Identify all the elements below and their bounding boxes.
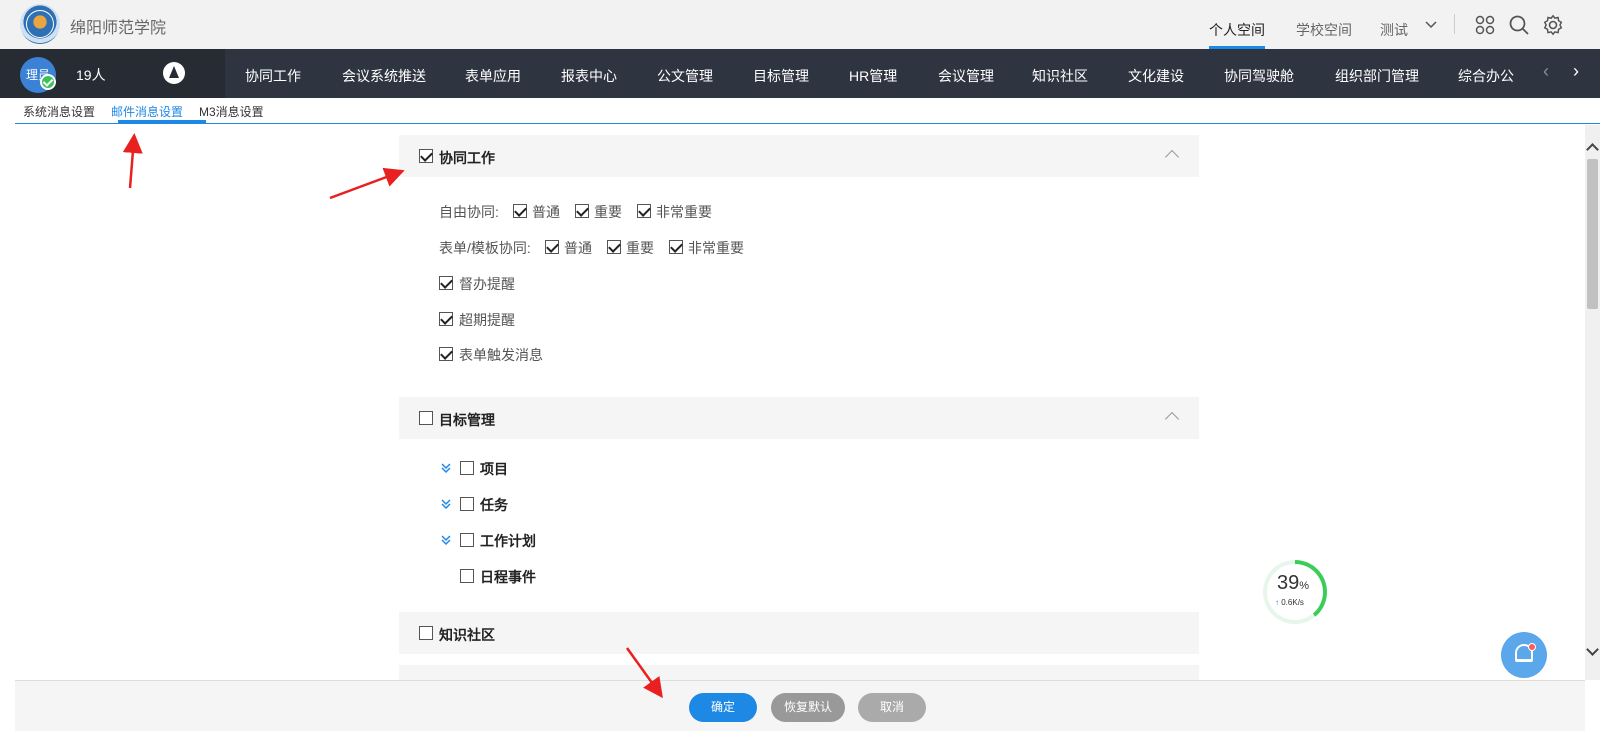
tab-system-message[interactable]: 系统消息设置 — [23, 103, 95, 120]
collapse-chevron-icon[interactable] — [1164, 149, 1180, 165]
section-knowledge-checkbox[interactable] — [419, 626, 433, 640]
school-name: 绵阳师范学院 — [70, 20, 167, 37]
online-user-count[interactable]: 19人 — [76, 65, 106, 85]
network-speed-widget[interactable]: 39% ↑ 0.6K/s — [1263, 560, 1327, 624]
expand-down-icon[interactable] — [440, 534, 452, 546]
speed-rate: ↑ 0.6K/s — [1275, 598, 1304, 607]
collapse-chevron-icon[interactable] — [1164, 411, 1180, 427]
tab-email-message[interactable]: 邮件消息设置 — [111, 103, 183, 120]
active-subtab-indicator — [118, 120, 206, 123]
goal-work-plan-checkbox[interactable] — [460, 533, 474, 547]
user-block[interactable]: 理员 19人 — [0, 49, 125, 98]
nav-item-hr-mgmt[interactable]: HR管理 — [849, 66, 897, 86]
cancel-button[interactable]: 取消 — [858, 693, 926, 722]
form-normal-checkbox[interactable] — [545, 240, 559, 254]
nav-item-report-center[interactable]: 报表中心 — [561, 66, 617, 86]
goal-task-label: 任务 — [480, 497, 508, 513]
confirm-button[interactable]: 确定 — [689, 693, 757, 722]
form-very-important-label: 非常重要 — [688, 240, 744, 256]
tab-test[interactable]: 测试 — [1380, 20, 1408, 40]
section-title: 知识社区 — [439, 627, 495, 643]
section-goal-header[interactable]: 目标管理 — [399, 397, 1199, 439]
free-important-checkbox[interactable] — [575, 204, 589, 218]
search-icon[interactable] — [1508, 14, 1530, 36]
home-logo-icon — [163, 62, 185, 84]
free-very-important-checkbox[interactable] — [637, 204, 651, 218]
goal-task-checkbox[interactable] — [460, 497, 474, 511]
nav-item-collab-work[interactable]: 协同工作 — [245, 66, 301, 86]
notification-bell-button[interactable] — [1501, 632, 1547, 678]
nav-item-document-mgmt[interactable]: 公文管理 — [657, 66, 713, 86]
apps-icon[interactable] — [1474, 14, 1496, 36]
nav-item-goal-mgmt[interactable]: 目标管理 — [753, 66, 809, 86]
overdue-remind-checkbox[interactable] — [439, 312, 453, 326]
section-next-header[interactable] — [399, 665, 1199, 680]
form-trigger-label: 表单触发消息 — [459, 347, 543, 363]
notification-dot — [1528, 643, 1536, 651]
scroll-down-arrow-icon[interactable] — [1586, 643, 1599, 656]
gear-icon[interactable] — [1542, 14, 1564, 36]
top-header: 绵阳师范学院 个人空间 学校空间 测试 — [0, 0, 1600, 49]
nav-item-collab-cockpit[interactable]: 协同驾驶舱 — [1224, 66, 1294, 86]
section-collab-header[interactable]: 协同工作 — [399, 135, 1199, 177]
nav-prev-arrow-icon[interactable]: ‹ — [1543, 61, 1549, 82]
overdue-remind-label: 超期提醒 — [459, 312, 515, 328]
expand-down-icon[interactable] — [440, 498, 452, 510]
nav-home[interactable] — [125, 49, 225, 98]
free-collab-label: 自由协同: — [439, 204, 499, 220]
goal-work-plan-label: 工作计划 — [480, 533, 536, 549]
goal-project-label: 项目 — [480, 461, 508, 477]
goal-schedule-checkbox[interactable] — [460, 569, 474, 583]
divider — [1454, 14, 1455, 34]
footer-actions: 确定 恢复默认 取消 — [15, 680, 1585, 731]
speed-percent: 39% — [1277, 572, 1310, 594]
main-navigation: 理员 19人 协同工作 会议系统推送 表单应用 报表中心 公文管理 目标管理 H… — [0, 49, 1600, 98]
form-normal-label: 普通 — [564, 240, 592, 256]
tab-school-space[interactable]: 学校空间 — [1296, 20, 1352, 40]
section-knowledge-header[interactable]: 知识社区 — [399, 612, 1199, 654]
form-very-important-checkbox[interactable] — [669, 240, 683, 254]
restore-default-button[interactable]: 恢复默认 — [771, 693, 845, 722]
free-normal-checkbox[interactable] — [513, 204, 527, 218]
free-important-label: 重要 — [594, 204, 622, 220]
nav-item-culture[interactable]: 文化建设 — [1128, 66, 1184, 86]
nav-next-arrow-icon[interactable]: › — [1573, 61, 1579, 82]
nav-item-org-dept[interactable]: 组织部门管理 — [1335, 66, 1419, 86]
form-trigger-checkbox[interactable] — [439, 347, 453, 361]
message-settings-tabs: 系统消息设置 邮件消息设置 M3消息设置 — [15, 98, 1600, 124]
chevron-down-icon[interactable] — [1424, 18, 1446, 40]
goal-project-checkbox[interactable] — [460, 461, 474, 475]
form-important-label: 重要 — [626, 240, 654, 256]
upload-arrow-icon: ↑ — [1275, 598, 1279, 607]
nav-item-meeting-mgmt[interactable]: 会议管理 — [938, 66, 994, 86]
nav-item-knowledge[interactable]: 知识社区 — [1032, 66, 1088, 86]
school-logo — [20, 4, 60, 44]
section-title: 目标管理 — [439, 412, 495, 428]
scroll-thumb[interactable] — [1587, 159, 1598, 309]
free-normal-label: 普通 — [532, 204, 560, 220]
vertical-scrollbar[interactable] — [1585, 125, 1600, 680]
section-collab-checkbox[interactable] — [419, 149, 433, 163]
tab-m3-message[interactable]: M3消息设置 — [199, 103, 264, 120]
free-very-important-label: 非常重要 — [656, 204, 712, 220]
nav-item-form-apps[interactable]: 表单应用 — [465, 66, 521, 86]
section-goal-checkbox[interactable] — [419, 411, 433, 425]
section-title: 协同工作 — [439, 150, 495, 166]
nav-item-office[interactable]: 综合办公 — [1458, 66, 1514, 86]
supervise-remind-label: 督办提醒 — [459, 276, 515, 292]
settings-content: 协同工作 自由协同: 普通 重要 非常重要 表单/模板协同: 普通 重要 非常重… — [15, 125, 1585, 680]
expand-down-icon[interactable] — [440, 462, 452, 474]
form-collab-label: 表单/模板协同: — [439, 240, 531, 256]
scroll-up-arrow-icon[interactable] — [1586, 143, 1599, 156]
online-check-icon — [40, 74, 56, 90]
tab-personal-space[interactable]: 个人空间 — [1209, 20, 1265, 40]
supervise-remind-checkbox[interactable] — [439, 276, 453, 290]
goal-schedule-label: 日程事件 — [480, 569, 536, 585]
form-important-checkbox[interactable] — [607, 240, 621, 254]
nav-item-meeting-push[interactable]: 会议系统推送 — [342, 66, 426, 86]
